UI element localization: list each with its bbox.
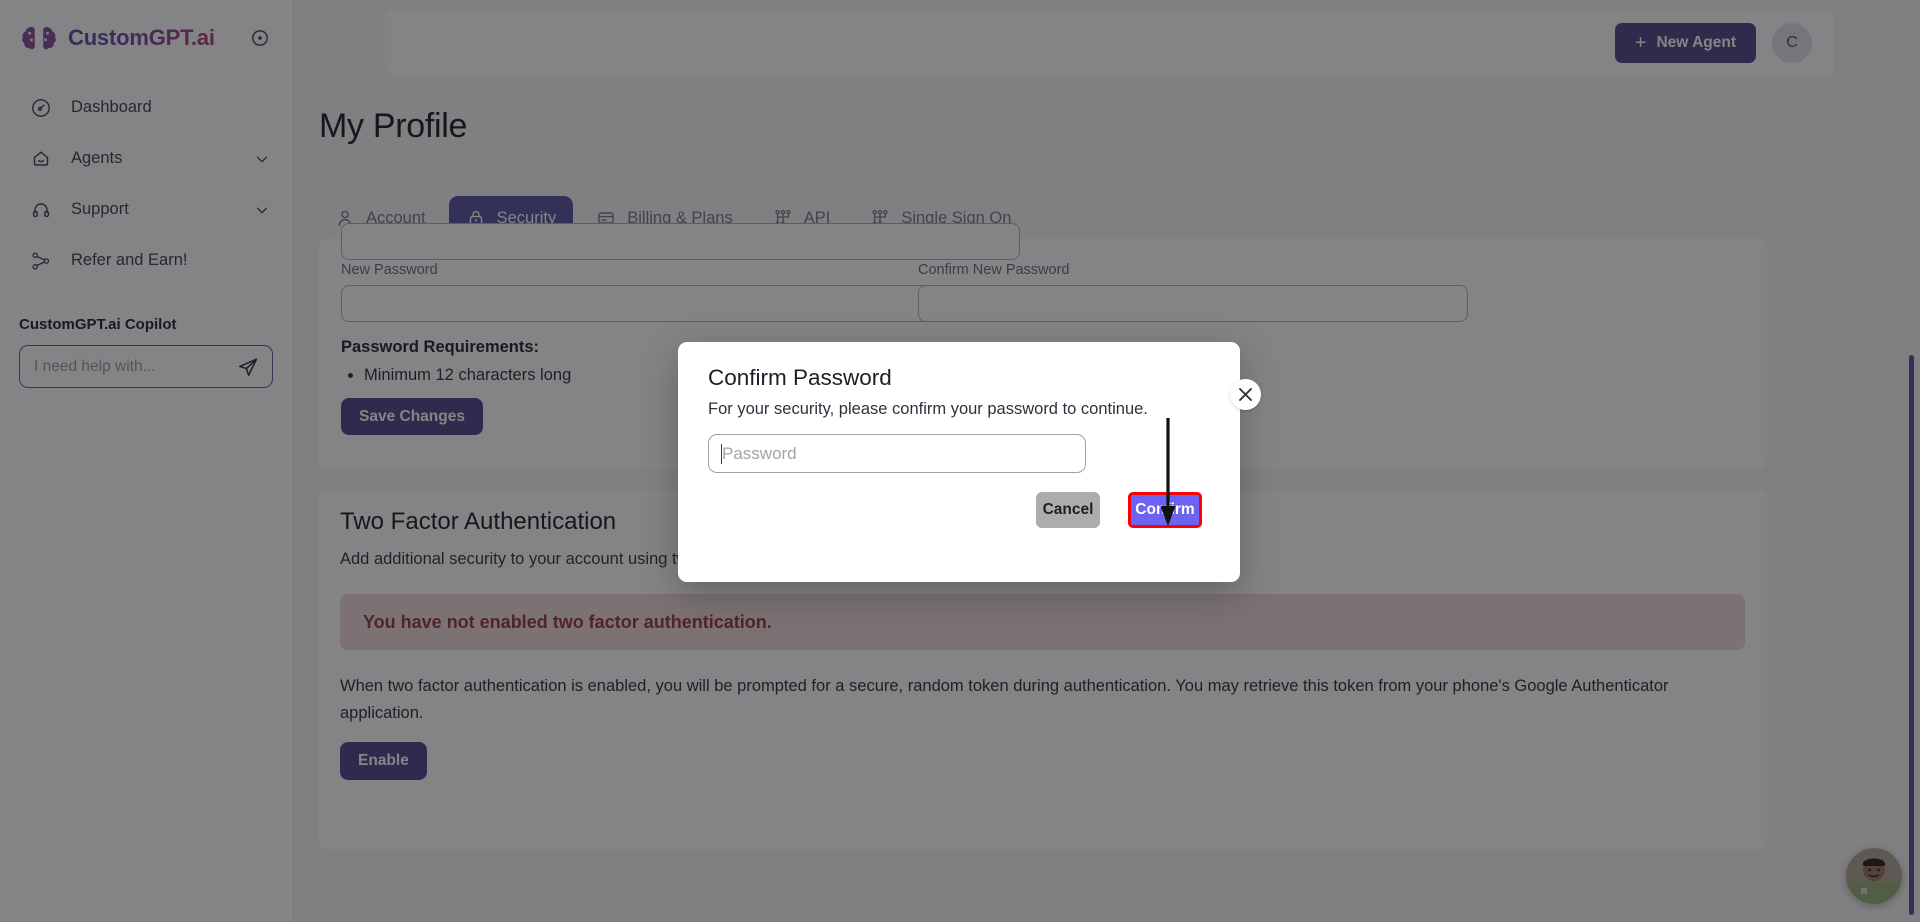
modal-subtitle: For your security, please confirm your p… (708, 400, 1148, 418)
text-caret (721, 444, 722, 464)
close-icon[interactable] (1230, 379, 1261, 410)
password-input[interactable] (708, 434, 1086, 473)
confirm-button[interactable]: Confirm (1128, 492, 1202, 528)
modal-title: Confirm Password (708, 365, 892, 390)
app-root: CustomGPT.ai Dashboard Agents Support Re… (0, 0, 1920, 922)
confirm-password-modal: Confirm Password For your security, plea… (678, 342, 1240, 582)
cancel-button[interactable]: Cancel (1036, 492, 1100, 528)
